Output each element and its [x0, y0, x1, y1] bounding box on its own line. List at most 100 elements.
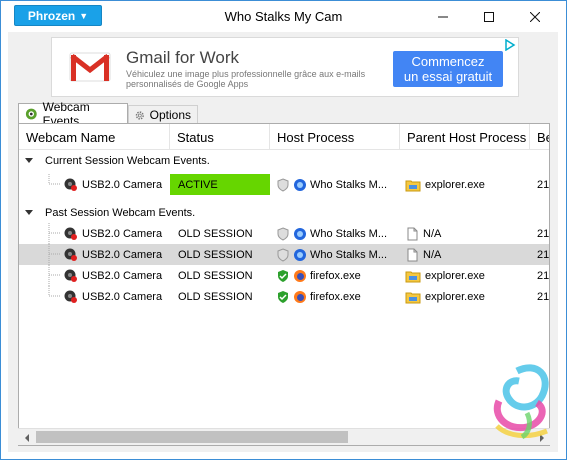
be-cell: 21: [537, 269, 550, 282]
be-cell: 21: [537, 227, 550, 240]
webcam-name: USB2.0 Camera: [82, 290, 163, 303]
gear-icon: [135, 110, 144, 120]
adchoices-icon[interactable]: [504, 39, 516, 51]
parent-host-name: N/A: [423, 227, 442, 240]
scrollbar-thumb[interactable]: [36, 431, 348, 443]
shield-gray-icon: [277, 226, 289, 241]
webcam-cell: USB2.0 Camera: [64, 244, 169, 265]
ad-banner[interactable]: Gmail for Work Véhiculez une image plus …: [51, 37, 519, 97]
tab-options-label: Options: [149, 108, 191, 122]
minimize-icon: [438, 16, 448, 17]
parent-host-cell: explorer.exe: [403, 286, 529, 307]
tree-connector: [48, 244, 60, 265]
shield-check-icon: [278, 269, 288, 282]
blank-file-icon: [407, 248, 418, 261]
tab-webcam-events[interactable]: Webcam Events: [18, 100, 128, 128]
close-icon: [530, 11, 540, 22]
parent-host-name: explorer.exe: [425, 269, 485, 282]
webcam-icon: [64, 227, 77, 240]
tree-connector: [48, 286, 60, 297]
status-cell: OLD SESSION: [178, 227, 253, 240]
ad-description: Véhiculez une image plus professionnelle…: [126, 69, 366, 89]
firefox-icon: [294, 290, 306, 303]
maximize-button[interactable]: [466, 1, 512, 32]
app-window: Phrozen ▼ Who Stalks My Cam Gmail for Wo…: [0, 0, 567, 460]
column-header-parent-host-process[interactable]: Parent Host Process: [400, 124, 530, 150]
folder-icon: [405, 180, 421, 191]
table-row[interactable]: USB2.0 Camera ACTIVE Who Stalks M... exp…: [19, 174, 549, 195]
firefox-icon: [294, 269, 306, 282]
shield-gray-icon: [277, 177, 289, 192]
grid-header: Webcam Name Status Host Process Parent H…: [19, 124, 549, 150]
shield-check-icon: [278, 290, 288, 303]
host-process-name: firefox.exe: [310, 290, 361, 303]
parent-host-name: explorer.exe: [425, 178, 485, 191]
parent-host-name: N/A: [423, 248, 442, 261]
watermark-logo: [493, 364, 549, 440]
shield-gray-icon: [277, 247, 289, 262]
collapse-arrow-icon[interactable]: [25, 209, 33, 217]
group-past-session[interactable]: Past Session Webcam Events.: [19, 203, 549, 223]
webcam-cell: USB2.0 Camera: [64, 265, 169, 286]
app-process-icon: [294, 178, 306, 191]
column-header-webcam-name[interactable]: Webcam Name: [19, 124, 170, 150]
status-cell: OLD SESSION: [178, 248, 253, 261]
group-label: Past Session Webcam Events.: [45, 207, 196, 219]
webcam-name: USB2.0 Camera: [82, 227, 163, 240]
folder-icon: [405, 271, 421, 282]
group-label: Current Session Webcam Events.: [45, 155, 210, 167]
app-process-icon: [294, 227, 306, 240]
be-cell: 21: [537, 248, 550, 261]
app-process-icon: [294, 248, 306, 261]
webcam-name: USB2.0 Camera: [82, 178, 163, 191]
ad-cta-line1: Commencez: [411, 54, 485, 69]
host-process-name: Who Stalks M...: [310, 248, 388, 261]
blank-file-icon: [407, 227, 418, 240]
webcam-tab-icon: [25, 108, 37, 120]
webcam-icon: [64, 290, 77, 303]
column-header-be[interactable]: Be: [530, 124, 549, 150]
scroll-left-button[interactable]: [18, 429, 35, 446]
table-row[interactable]: USB2.0 Camera OLD SESSION firefox.exe ex…: [19, 265, 550, 286]
webcam-cell: USB2.0 Camera: [64, 223, 169, 244]
webcam-cell: USB2.0 Camera: [64, 286, 169, 307]
host-process-name: Who Stalks M...: [310, 178, 388, 191]
webcam-icon: [64, 178, 77, 191]
webcam-name: USB2.0 Camera: [82, 248, 163, 261]
horizontal-scrollbar[interactable]: [18, 428, 550, 445]
parent-host-cell: N/A: [403, 244, 529, 265]
close-button[interactable]: [512, 1, 558, 32]
webcam-cell: USB2.0 Camera: [64, 174, 169, 195]
maximize-icon: [484, 11, 494, 22]
column-header-host-process[interactable]: Host Process: [270, 124, 400, 150]
status-cell: OLD SESSION: [178, 269, 253, 282]
host-process-cell: Who Stalks M...: [272, 174, 400, 195]
host-process-cell: Who Stalks M...: [272, 244, 400, 265]
parent-host-cell: N/A: [403, 223, 529, 244]
folder-icon: [405, 292, 421, 303]
table-row[interactable]: USB2.0 Camera OLD SESSION Who Stalks M..…: [19, 244, 550, 265]
webcam-icon: [64, 269, 77, 282]
host-process-name: firefox.exe: [310, 269, 361, 282]
column-header-status[interactable]: Status: [170, 124, 270, 150]
ad-cta-button[interactable]: Commencez un essai gratuit: [393, 51, 503, 87]
status-cell: OLD SESSION: [178, 290, 253, 303]
group-current-session[interactable]: Current Session Webcam Events.: [19, 151, 549, 171]
webcam-name: USB2.0 Camera: [82, 269, 163, 282]
title-bar: Phrozen ▼ Who Stalks My Cam: [1, 1, 566, 32]
host-process-name: Who Stalks M...: [310, 227, 388, 240]
parent-host-cell: explorer.exe: [403, 265, 529, 286]
tree-connector: [48, 223, 60, 244]
minimize-button[interactable]: [420, 1, 466, 32]
table-row[interactable]: USB2.0 Camera OLD SESSION firefox.exe ex…: [19, 286, 549, 307]
host-process-cell: Who Stalks M...: [272, 223, 400, 244]
tree-connector: [48, 174, 60, 185]
webcam-events-grid[interactable]: Webcam Name Status Host Process Parent H…: [18, 123, 550, 446]
tab-options[interactable]: Options: [128, 105, 198, 124]
ad-cta-line2: un essai gratuit: [403, 69, 493, 84]
collapse-arrow-icon[interactable]: [25, 157, 33, 165]
host-process-cell: firefox.exe: [272, 265, 400, 286]
table-row[interactable]: USB2.0 Camera OLD SESSION Who Stalks M..…: [19, 223, 550, 244]
tree-connector: [48, 265, 60, 286]
gmail-logo-icon: [69, 52, 111, 82]
